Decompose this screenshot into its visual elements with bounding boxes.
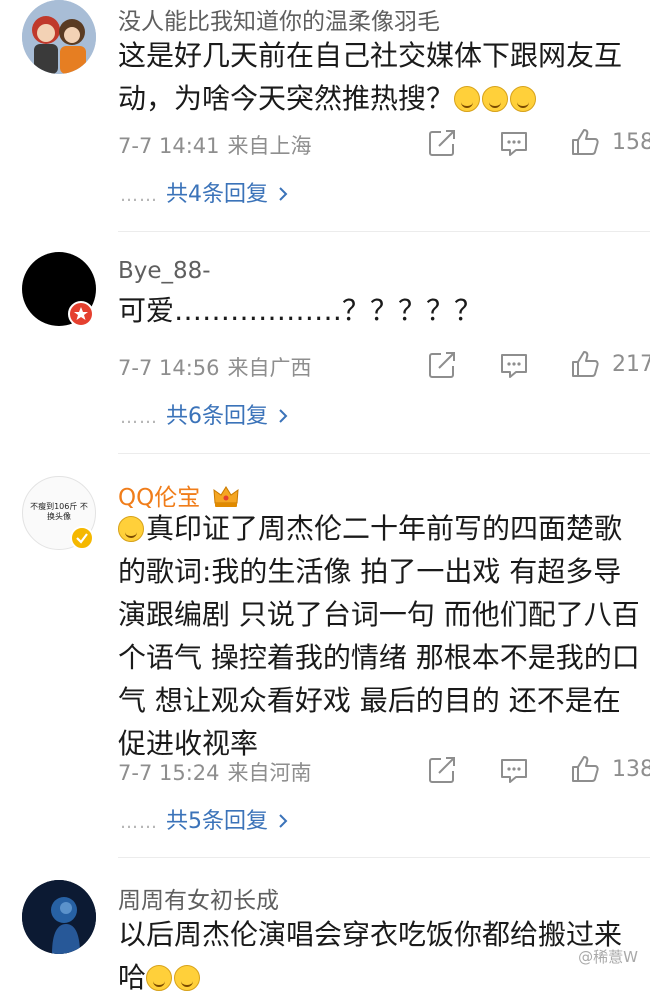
comment-text-body: 真印证了周杰伦二十年前写的四面楚歌的歌词:我的生活像 拍了一出戏 有超多导演跟编… [118, 512, 640, 760]
like-count: 158 [612, 130, 650, 155]
like-count: 217 [612, 352, 650, 377]
comment-text: 可爱………………？？？？？ [118, 294, 483, 327]
avatar[interactable] [22, 0, 96, 74]
reply-count: 共5条回复 [166, 809, 268, 834]
comment-item: Bye_88- 可爱………………？？？？？ 7-7 14:56 来自广西 217 … [0, 252, 650, 452]
reply-dots: …… [120, 185, 158, 206]
view-replies-link[interactable]: …… 共4条回复 [120, 176, 290, 208]
divider [118, 857, 650, 858]
verified-badge-icon [70, 526, 94, 550]
comment-item: 周周有女初长成 以后周杰伦演唱会穿衣吃饭你都给搬过来哈 [0, 880, 650, 994]
reply-dots: …… [120, 407, 158, 428]
smile-emoji-icon [510, 86, 537, 112]
comment-meta: 7-7 14:41 来自上海 [118, 130, 312, 160]
comment-meta: 7-7 15:24 来自河南 [118, 757, 312, 787]
comment-location: 来自广西 [227, 356, 312, 380]
comment-time: 7-7 15:24 [118, 761, 220, 785]
avatar-text: 不瘦到106斤 不换头像 [30, 502, 88, 521]
comment-time: 7-7 14:41 [118, 134, 220, 158]
comment-location: 来自河南 [227, 761, 312, 785]
watermark: @稀薏W [578, 948, 638, 966]
red-badge-icon [68, 301, 94, 327]
comment-icon[interactable] [499, 756, 529, 786]
comment-item: 没人能比我知道你的温柔像羽毛 这是好几天前在自己社交媒体下跟网友互动，为啥今天突… [0, 0, 650, 230]
share-icon[interactable] [427, 128, 457, 158]
username[interactable]: 周周有女初长成 [118, 881, 279, 915]
view-replies-link[interactable]: …… 共6条回复 [120, 398, 290, 430]
avatar[interactable] [22, 880, 96, 954]
like-icon[interactable] [570, 754, 600, 784]
smile-emoji-icon [482, 86, 509, 112]
comment-text: 真印证了周杰伦二十年前写的四面楚歌的歌词:我的生活像 拍了一出戏 有超多导演跟编… [118, 507, 646, 765]
divider [118, 453, 650, 454]
chevron-right-icon [279, 187, 288, 201]
share-icon[interactable] [427, 755, 457, 785]
crown-icon [212, 486, 239, 507]
view-replies-link[interactable]: …… 共5条回复 [120, 803, 290, 835]
comment-icon[interactable] [499, 129, 529, 159]
divider [118, 231, 650, 232]
like-icon[interactable] [570, 127, 600, 157]
smile-emoji-icon [454, 86, 481, 112]
smirk-emoji-icon [118, 516, 144, 542]
comment-text: 以后周杰伦演唱会穿衣吃饭你都给搬过来哈 [118, 913, 646, 999]
smile-emoji-icon [146, 965, 173, 991]
smile-emoji-icon [174, 965, 201, 991]
comment-time: 7-7 14:56 [118, 356, 220, 380]
comment-item: 不瘦到106斤 不换头像 QQ伦宝 真印证了周杰伦二十年前写的四面楚歌的歌词:我… [0, 476, 650, 856]
chevron-right-icon [279, 814, 288, 828]
comment-text: 这是好几天前在自己社交媒体下跟网友互动，为啥今天突然推热搜？ [118, 34, 646, 120]
comment-meta: 7-7 14:56 来自广西 [118, 352, 312, 382]
cartoon-couple-avatar-icon [22, 0, 96, 74]
username[interactable]: 没人能比我知道你的温柔像羽毛 [118, 2, 440, 36]
comment-location: 来自上海 [227, 134, 312, 158]
reply-count: 共6条回复 [166, 404, 268, 429]
reply-dots: …… [120, 812, 158, 833]
blue-figure-avatar-icon [22, 880, 96, 954]
username[interactable]: Bye_88- [118, 258, 211, 284]
comment-icon[interactable] [499, 351, 529, 381]
chevron-right-icon [279, 409, 288, 423]
reply-count: 共4条回复 [166, 182, 268, 207]
comment-text-body: 这是好几天前在自己社交媒体下跟网友互动，为啥今天突然推热搜？ [118, 39, 623, 115]
share-icon[interactable] [427, 350, 457, 380]
like-icon[interactable] [570, 349, 600, 379]
like-count: 138 [612, 757, 650, 782]
